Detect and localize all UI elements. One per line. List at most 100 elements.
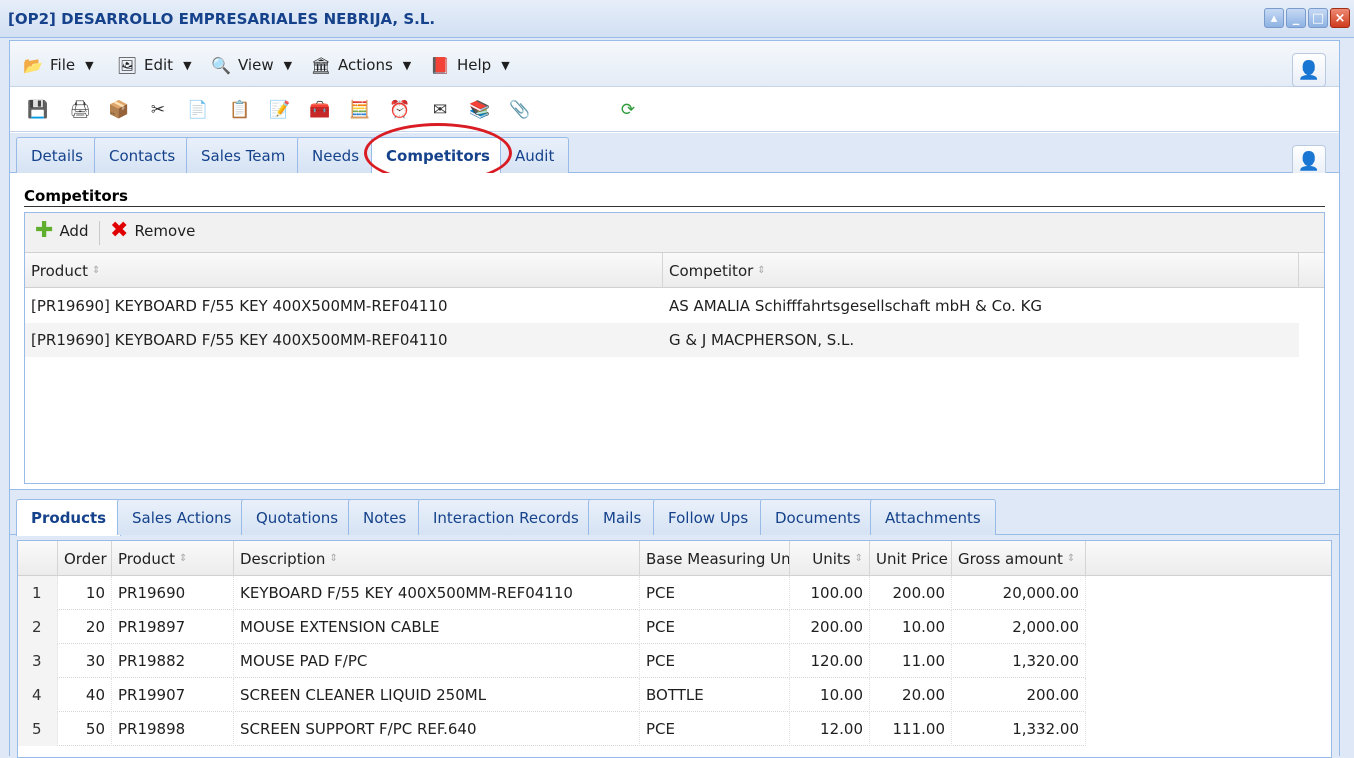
column-header-order[interactable]: Order [58,541,112,576]
user-edit-icon: 👤 [1297,150,1321,172]
cell-unit-price: 10.00 [870,610,952,644]
add-button[interactable]: ✚ Add [35,220,89,242]
sort-icon: ⇕ [91,265,101,276]
column-header-competitor[interactable]: Competitor ⇕ [663,253,1299,288]
tab-documents[interactable]: Documents [760,499,876,535]
edit-user-button[interactable]: 👤 [1292,53,1326,87]
refresh-icon[interactable]: ⟳ [616,98,640,122]
row-number: 1 [18,576,58,610]
tab-mails[interactable]: Mails [588,499,657,535]
cell-units: 100.00 [790,576,870,610]
column-label: Competitor [669,261,754,280]
note-icon[interactable]: 📝 [268,98,292,122]
save-icon[interactable]: 💾 [26,98,50,122]
cell-gross-amount: 2,000.00 [952,610,1086,644]
column-header-description[interactable]: Description ⇕ [234,541,640,576]
cell-product: PR19882 [112,644,234,678]
remove-x-icon: ✖ [110,218,129,243]
window-title: [OP2] DESARROLLO EMPRESARIALES NEBRIJA, … [8,10,436,28]
add-label: Add [59,222,89,240]
cell-gross-amount: 20,000.00 [952,576,1086,610]
tab-sales-actions[interactable]: Sales Actions [117,499,247,535]
menu-help[interactable]: 📕 Help ▼ [429,54,510,76]
table-row[interactable]: 4 40 PR19907 SCREEN CLEANER LIQUID 250ML… [18,678,1086,712]
toolbox-icon[interactable]: 🧰 [308,98,332,122]
title-bar: [OP2] DESARROLLO EMPRESARIALES NEBRIJA, … [0,0,1354,38]
bundle-icon[interactable]: 📚 [468,98,492,122]
column-label: Units [812,549,851,568]
column-header-units[interactable]: Units ⇕ [790,541,870,576]
tab-quotations[interactable]: Quotations [241,499,354,535]
collapse-icon[interactable]: ▴ [1264,8,1284,28]
column-header-gross-amount[interactable]: Gross amount ⇕ [952,541,1086,576]
column-header-product[interactable]: Product ⇕ [112,541,234,576]
column-header-product[interactable]: Product ⇕ [25,253,663,288]
copy-icon[interactable]: 📄 [186,98,210,122]
cut-icon[interactable]: ✂ [146,98,170,122]
paste-icon[interactable]: 📋 [228,98,252,122]
cell-units: 12.00 [790,712,870,746]
tab-attachments[interactable]: Attachments [870,499,996,535]
sort-icon: ⇕ [178,553,188,564]
alarm-icon[interactable]: ⏰ [388,98,412,122]
cell-unit-price: 111.00 [870,712,952,746]
sort-icon: ⇕ [1066,553,1076,564]
tab-sales-team[interactable]: Sales Team [186,137,301,173]
cell-units: 200.00 [790,610,870,644]
grid-header: Product ⇕ Competitor ⇕ [25,253,1324,288]
cell-order: 50 [58,712,112,746]
menu-view[interactable]: 🔍 View ▼ [210,54,292,76]
box-icon[interactable]: 📦 [107,98,131,122]
sort-icon: ⇕ [854,553,863,564]
cell-product: PR19690 [112,576,234,610]
tab-contacts[interactable]: Contacts [94,137,191,173]
table-row[interactable]: [PR19690] KEYBOARD F/55 KEY 400X500MM-RE… [25,323,1299,357]
tab-notes[interactable]: Notes [348,499,422,535]
row-number: 2 [18,610,58,644]
cell-unit-price: 11.00 [870,644,952,678]
window-controls: ▴ _ □ × [1264,8,1350,28]
menu-file[interactable]: 📂 File ▼ [22,54,94,76]
column-label: Gross amount [958,549,1063,568]
table-row[interactable]: 1 10 PR19690 KEYBOARD F/55 KEY 400X500MM… [18,576,1086,610]
close-icon[interactable]: × [1330,8,1350,28]
table-row[interactable]: 5 50 PR19898 SCREEN SUPPORT F/PC REF.640… [18,712,1086,746]
menu-bar: 📂 File ▼ 🖼 Edit ▼ 🔍 View ▼ 🏛 Actions ▼ 📕 [10,41,1339,87]
column-label: Product [31,261,88,280]
cell-order: 10 [58,576,112,610]
products-grid: Order Product ⇕ Description ⇕ Base Measuri… [17,540,1332,758]
tab-needs[interactable]: Needs [297,137,375,173]
table-row[interactable]: [PR19690] KEYBOARD F/55 KEY 400X500MM-RE… [25,289,1299,323]
minimize-icon[interactable]: _ [1286,8,1306,28]
tab-products[interactable]: Products [16,499,122,536]
tab-interaction-records[interactable]: Interaction Records [418,499,594,535]
toolbar-separator [99,221,100,245]
table-row[interactable]: 3 30 PR19882 MOUSE PAD F/PC PCE 120.00 1… [18,644,1086,678]
remove-label: Remove [134,222,196,240]
column-header-unit[interactable]: Base Measuring Unit [640,541,790,576]
tab-details[interactable]: Details [16,137,99,173]
remove-button[interactable]: ✖ Remove [110,218,196,243]
cell-product: PR19898 [112,712,234,746]
menu-edit[interactable]: 🖼 Edit ▼ [116,54,192,76]
calculator-icon[interactable]: 🧮 [348,98,372,122]
menu-actions[interactable]: 🏛 Actions ▼ [310,54,411,76]
help-icon: 📕 [430,55,450,75]
column-label: Base Measuring Unit [646,549,790,568]
column-header-unit-price[interactable]: Unit Price [870,541,952,576]
cell-order: 20 [58,610,112,644]
tab-follow-ups[interactable]: Follow Ups [653,499,764,535]
top-tab-panel: Details Contacts Sales Team Needs Compet… [10,123,1339,489]
caret-down-icon: ▼ [501,58,510,72]
mail-icon[interactable]: ✉ [428,98,452,122]
cell-unit: PCE [640,644,790,678]
menu-label: View [238,56,274,74]
print-icon[interactable]: 🖨 [68,98,92,122]
attach-icon[interactable]: 📎 [508,98,532,122]
actions-icon: 🏛 [310,55,332,75]
maximize-icon[interactable]: □ [1308,8,1328,28]
grid-toolbar: ✚ Add ✖ Remove [25,213,1324,253]
cell-competitor: AS AMALIA Schifffahrtsgesellschaft mbH &… [669,297,1043,315]
table-row[interactable]: 2 20 PR19897 MOUSE EXTENSION CABLE PCE 2… [18,610,1086,644]
cell-product: [PR19690] KEYBOARD F/55 KEY 400X500MM-RE… [31,331,448,349]
